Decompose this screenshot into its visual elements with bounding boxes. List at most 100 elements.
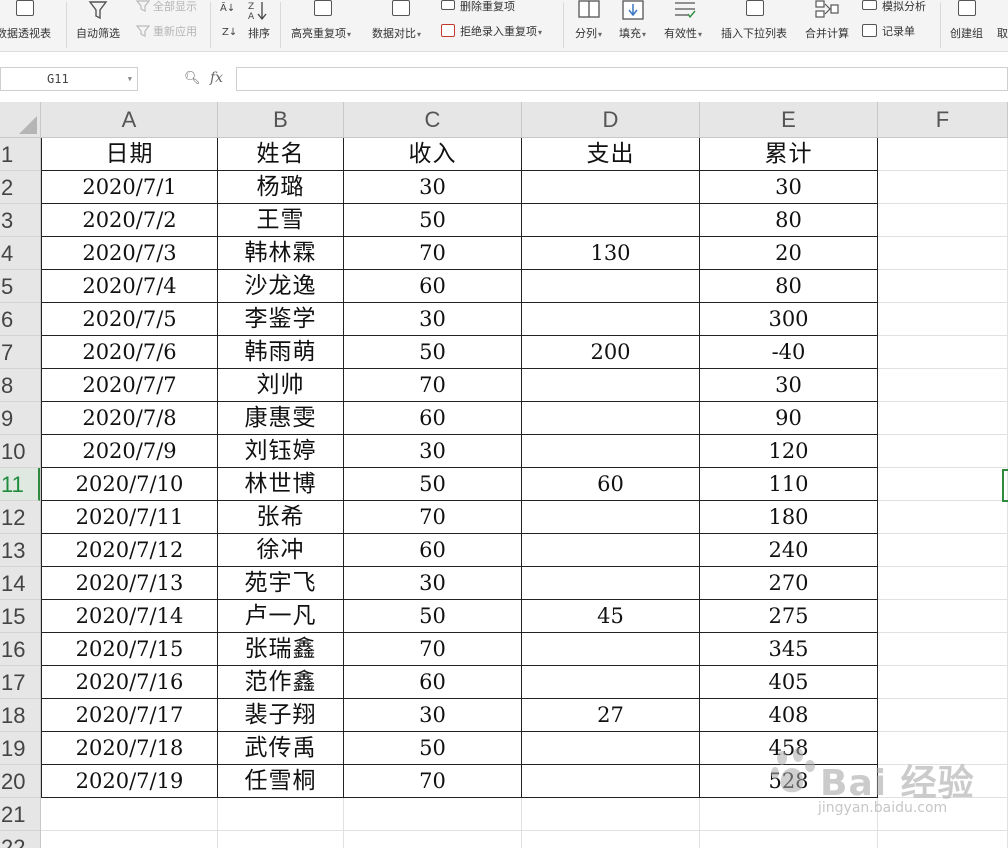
cell-f11[interactable] [878, 468, 1008, 501]
cell-e6[interactable]: 300 [700, 303, 878, 336]
cell-a21[interactable] [41, 798, 218, 831]
cell-a19[interactable]: 2020/7/18 [41, 732, 218, 765]
cell-e16[interactable]: 345 [700, 633, 878, 666]
cell-c3[interactable]: 50 [344, 204, 522, 237]
cell-c7[interactable]: 50 [344, 336, 522, 369]
sort-az-icon[interactable]: Ā↓ [220, 2, 235, 16]
cell-b1[interactable]: 姓名 [218, 138, 344, 171]
row-header-2[interactable]: 2 [0, 171, 40, 204]
cell-a16[interactable]: 2020/7/15 [41, 633, 218, 666]
cell-f4[interactable] [878, 237, 1008, 270]
cell-f3[interactable] [878, 204, 1008, 237]
cell-b4[interactable]: 韩林霖 [218, 237, 344, 270]
row-header-11[interactable]: 11 [0, 468, 40, 501]
cell-a6[interactable]: 2020/7/5 [41, 303, 218, 336]
cell-b19[interactable]: 武传禹 [218, 732, 344, 765]
cell-c14[interactable]: 30 [344, 567, 522, 600]
fx-icon[interactable]: fx [210, 70, 223, 86]
cell-c18[interactable]: 30 [344, 699, 522, 732]
validity-button[interactable]: 有效性▾ [664, 27, 702, 42]
cell-f19[interactable] [878, 732, 1008, 765]
cell-f14[interactable] [878, 567, 1008, 600]
row-header-19[interactable]: 19 [0, 732, 40, 765]
cell-b12[interactable]: 张希 [218, 501, 344, 534]
cell-e5[interactable]: 80 [700, 270, 878, 303]
cell-f8[interactable] [878, 369, 1008, 402]
highlight-duplicates-button[interactable]: 高亮重复项▾ [291, 27, 351, 42]
cell-d7[interactable]: 200 [522, 336, 700, 369]
cell-e1[interactable]: 累计 [700, 138, 878, 171]
whatif-analysis-button[interactable]: 模拟分析 [882, 0, 926, 14]
cell-c8[interactable]: 70 [344, 369, 522, 402]
cell-f5[interactable] [878, 270, 1008, 303]
column-header-c[interactable]: C [344, 102, 522, 138]
cell-f10[interactable] [878, 435, 1008, 468]
row-header-8[interactable]: 8 [0, 369, 40, 402]
column-header-d[interactable]: D [522, 102, 700, 138]
row-header-18[interactable]: 18 [0, 699, 40, 732]
cell-a13[interactable]: 2020/7/12 [41, 534, 218, 567]
cell-d15[interactable]: 45 [522, 600, 700, 633]
cell-a3[interactable]: 2020/7/2 [41, 204, 218, 237]
cell-c4[interactable]: 70 [344, 237, 522, 270]
cell-d3[interactable] [522, 204, 700, 237]
cell-b3[interactable]: 王雪 [218, 204, 344, 237]
cell-a1[interactable]: 日期 [41, 138, 218, 171]
cell-d22[interactable] [522, 831, 700, 848]
cell-d2[interactable] [522, 171, 700, 204]
row-header-15[interactable]: 15 [0, 600, 40, 633]
cell-b18[interactable]: 裴子翔 [218, 699, 344, 732]
cell-f15[interactable] [878, 600, 1008, 633]
consolidate-button[interactable]: 合并计算 [805, 27, 849, 41]
cell-d12[interactable] [522, 501, 700, 534]
cell-c22[interactable] [344, 831, 522, 848]
cell-b16[interactable]: 张瑞鑫 [218, 633, 344, 666]
cell-e19[interactable]: 458 [700, 732, 878, 765]
cell-b5[interactable]: 沙龙逸 [218, 270, 344, 303]
cell-a7[interactable]: 2020/7/6 [41, 336, 218, 369]
cell-c9[interactable]: 60 [344, 402, 522, 435]
row-header-22[interactable]: 22 [0, 831, 40, 848]
cell-e21[interactable] [700, 798, 878, 831]
cell-a15[interactable]: 2020/7/14 [41, 600, 218, 633]
cell-d4[interactable]: 130 [522, 237, 700, 270]
sheet-grid[interactable]: 日期 姓名 收入 支出 累计 2020/7/1 杨璐 30 30 2020/7/2 王雪 50 80 20… [41, 138, 1008, 848]
cell-e2[interactable]: 30 [700, 171, 878, 204]
cell-a11[interactable]: 2020/7/10 [41, 468, 218, 501]
cell-e20[interactable]: 528 [700, 765, 878, 798]
cell-c1[interactable]: 收入 [344, 138, 522, 171]
cell-f18[interactable] [878, 699, 1008, 732]
cell-e12[interactable]: 180 [700, 501, 878, 534]
autofilter-button[interactable]: 自动筛选 [76, 27, 120, 41]
cell-a12[interactable]: 2020/7/11 [41, 501, 218, 534]
cell-f21[interactable] [878, 798, 1008, 831]
cell-e8[interactable]: 30 [700, 369, 878, 402]
cell-e14[interactable]: 270 [700, 567, 878, 600]
cell-d8[interactable] [522, 369, 700, 402]
cell-c15[interactable]: 50 [344, 600, 522, 633]
delete-duplicates-button[interactable]: 删除重复项 [460, 0, 515, 14]
cell-a22[interactable] [41, 831, 218, 848]
split-button[interactable]: 分列▾ [575, 27, 602, 42]
cell-b13[interactable]: 徐冲 [218, 534, 344, 567]
column-header-b[interactable]: B [218, 102, 344, 138]
cell-c11[interactable]: 50 [344, 468, 522, 501]
row-header-9[interactable]: 9 [0, 402, 40, 435]
column-header-a[interactable]: A [41, 102, 218, 138]
cell-e22[interactable] [700, 831, 878, 848]
cell-f13[interactable] [878, 534, 1008, 567]
row-header-12[interactable]: 12 [0, 501, 40, 534]
cell-e18[interactable]: 408 [700, 699, 878, 732]
cell-f17[interactable] [878, 666, 1008, 699]
row-header-6[interactable]: 6 [0, 303, 40, 336]
cell-d14[interactable] [522, 567, 700, 600]
create-group-button[interactable]: 创建组 [950, 27, 983, 41]
cell-d5[interactable] [522, 270, 700, 303]
row-header-7[interactable]: 7 [0, 336, 40, 369]
cell-f9[interactable] [878, 402, 1008, 435]
sort-small-icon[interactable]: Z↓ [222, 26, 237, 40]
cell-c20[interactable]: 70 [344, 765, 522, 798]
cell-b8[interactable]: 刘帅 [218, 369, 344, 402]
row-header-1[interactable]: 1 [0, 138, 40, 171]
cell-e15[interactable]: 275 [700, 600, 878, 633]
